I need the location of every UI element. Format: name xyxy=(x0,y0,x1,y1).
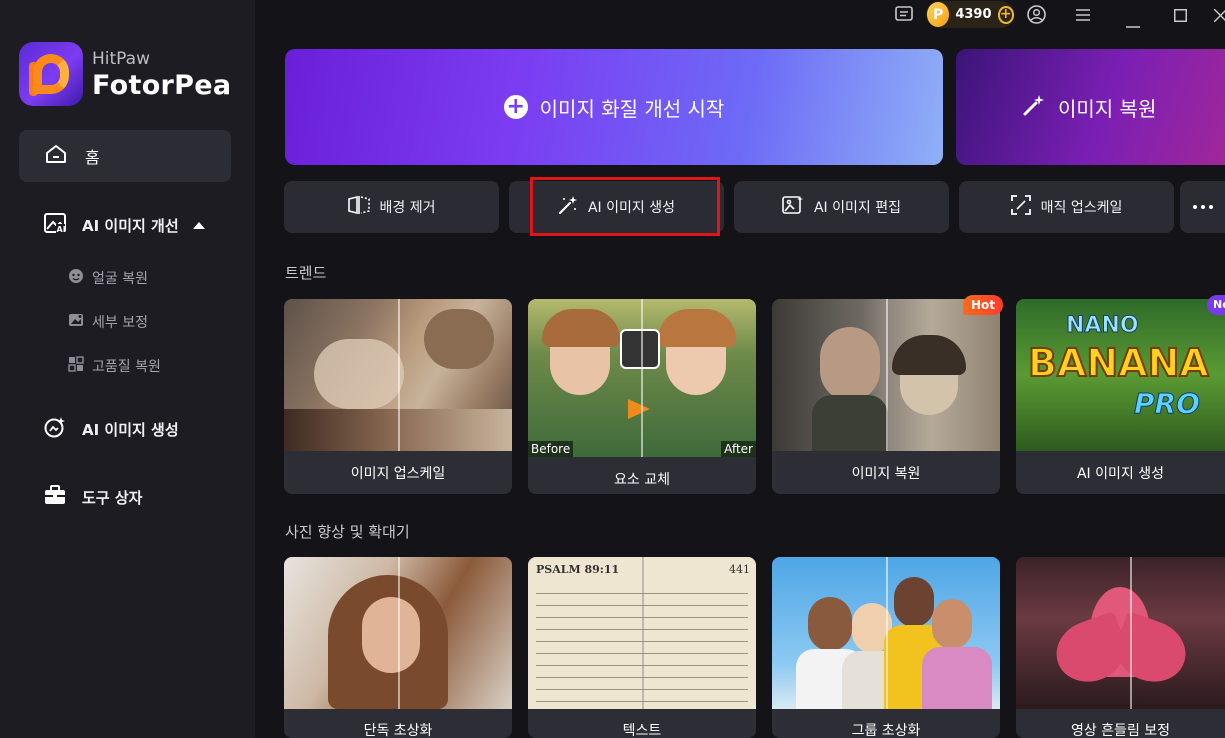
image-enhance-icon: AI xyxy=(44,212,66,238)
card-label: AI 이미지 생성 xyxy=(1076,466,1164,482)
card-ai-generate[interactable]: NANO BANANA PRO AI 이미지 생성 xyxy=(1016,299,1225,494)
card-image: PSALM 89:11 441 xyxy=(528,557,756,709)
sidebar-subitem-hq-restore[interactable]: 고품질 복원 xyxy=(68,356,161,376)
add-coins-icon[interactable]: + xyxy=(997,5,1014,24)
art-text-nano: NANO xyxy=(1066,313,1140,339)
sidebar-subitem-face-restore[interactable]: 얼굴 복원 xyxy=(68,268,148,288)
image-restore-label: 이미지 복원 xyxy=(1058,96,1157,121)
more-dots-icon xyxy=(1192,205,1197,209)
toolbox-icon xyxy=(44,485,66,509)
card-image xyxy=(284,557,512,709)
tool-label: 매직 업스케일 xyxy=(1040,200,1123,216)
sidebar-item-label: 도구 상자 xyxy=(82,488,143,507)
new-badge: New xyxy=(1207,295,1225,315)
user-icon[interactable] xyxy=(1027,5,1046,28)
card-text[interactable]: PSALM 89:11 441 텍스트 xyxy=(528,557,756,738)
tool-label: AI 이미지 편집 xyxy=(813,200,901,216)
ai-generate-icon xyxy=(44,416,66,442)
image-edit-icon xyxy=(782,195,804,219)
svg-text:AI: AI xyxy=(57,225,66,234)
card-deblur[interactable]: 영상 흔들림 보정 xyxy=(1016,557,1225,738)
home-icon xyxy=(45,144,67,168)
card-label: 단독 초상화 xyxy=(363,723,433,738)
card-label: 이미지 복원 xyxy=(851,466,921,482)
sidebar-subitem-detail[interactable]: 세부 보정 xyxy=(68,312,148,332)
background-remove-button[interactable]: 배경 제거 xyxy=(284,181,499,233)
more-tools-button[interactable] xyxy=(1180,181,1225,233)
image-restore-button[interactable]: 이미지 복원 xyxy=(956,49,1225,165)
app-window: HitPaw FotorPea 홈 AI AI 이미지 개선 얼굴 복원 세부 … xyxy=(0,0,1225,738)
card-portrait[interactable]: 단독 초상화 xyxy=(284,557,512,738)
card-image xyxy=(284,299,512,451)
card-image xyxy=(1016,557,1225,709)
card-image: NANO BANANA PRO xyxy=(1016,299,1225,451)
sidebar-item-label: AI 이미지 개선 xyxy=(82,216,179,235)
minimize-icon[interactable] xyxy=(1126,13,1140,32)
sidebar-item-label: AI 이미지 생성 xyxy=(82,420,179,439)
coin-icon: P xyxy=(927,2,950,27)
card-image xyxy=(772,299,1000,451)
sidebar-item-home[interactable]: 홈 xyxy=(19,130,231,182)
hot-badge: Hot xyxy=(963,295,1003,315)
plus-icon: + xyxy=(503,95,528,119)
page-number: 441 xyxy=(729,563,750,576)
art-text-banana: BANANA xyxy=(1027,340,1210,386)
sidebar-item-ai-generate[interactable]: AI 이미지 생성 xyxy=(44,416,179,442)
section-title-enhance: 사진 향상 및 확대기 xyxy=(285,523,410,541)
maximize-icon[interactable] xyxy=(1174,7,1187,26)
card-label: 요소 교체 xyxy=(614,472,670,488)
sidebar-subitem-label: 고품질 복원 xyxy=(92,359,161,375)
app-logo xyxy=(19,42,83,106)
menu-icon[interactable] xyxy=(1076,7,1090,26)
card-image: Before After xyxy=(528,299,756,457)
ai-edit-button[interactable]: AI 이미지 편집 xyxy=(734,181,949,233)
sidebar-item-ai-enhance[interactable]: AI AI 이미지 개선 xyxy=(44,212,205,238)
start-enhance-label: 이미지 화질 개선 시작 xyxy=(539,96,725,121)
card-label: 이미지 업스케일 xyxy=(350,466,446,482)
card-image-restore[interactable]: 이미지 복원 xyxy=(772,299,1000,494)
art-text-pro: PRO xyxy=(1134,387,1201,421)
brand-small: HitPaw xyxy=(92,49,150,69)
card-label: 텍스트 xyxy=(622,723,662,738)
coin-balance[interactable]: P 4390 + xyxy=(926,1,1014,28)
card-image xyxy=(772,557,1000,709)
coin-count: 4390 xyxy=(955,7,992,22)
sidebar-subitem-label: 세부 보정 xyxy=(92,315,148,331)
magic-wand-icon xyxy=(1022,93,1046,121)
card-label: 영상 흔들림 보정 xyxy=(1070,723,1171,738)
before-tag: Before xyxy=(528,441,574,457)
card-image-upscale[interactable]: 이미지 업스케일 xyxy=(284,299,512,494)
photo-detail-icon xyxy=(68,312,84,332)
sidebar: HitPaw FotorPea 홈 AI AI 이미지 개선 얼굴 복원 세부 … xyxy=(0,0,255,738)
after-tag: After xyxy=(721,441,756,457)
sidebar-item-label: 홈 xyxy=(85,148,100,167)
chevron-up-icon[interactable] xyxy=(192,221,205,229)
background-remove-icon xyxy=(347,195,370,218)
card-label: 그룹 초상화 xyxy=(851,723,921,738)
card-group-portrait[interactable]: 그룹 초상화 xyxy=(772,557,1000,738)
magic-upscale-button[interactable]: 매직 업스케일 xyxy=(959,181,1174,233)
psalm-heading: PSALM 89:11 xyxy=(536,563,620,576)
sidebar-item-toolbox[interactable]: 도구 상자 xyxy=(44,485,142,509)
face-icon xyxy=(68,268,84,288)
message-icon[interactable] xyxy=(895,5,913,27)
card-element-replace[interactable]: Before After 요소 교체 xyxy=(528,299,756,494)
close-icon[interactable] xyxy=(1213,7,1225,26)
sidebar-subitem-label: 얼굴 복원 xyxy=(92,271,148,287)
tool-label: 배경 제거 xyxy=(379,200,436,216)
highlight-box xyxy=(530,177,720,236)
upscale-icon xyxy=(1010,195,1031,219)
section-title-trend: 트렌드 xyxy=(285,264,327,282)
hq-restore-icon xyxy=(68,356,84,376)
brand-big: FotorPea xyxy=(92,70,232,101)
start-enhance-button[interactable]: + 이미지 화질 개선 시작 xyxy=(285,49,943,165)
